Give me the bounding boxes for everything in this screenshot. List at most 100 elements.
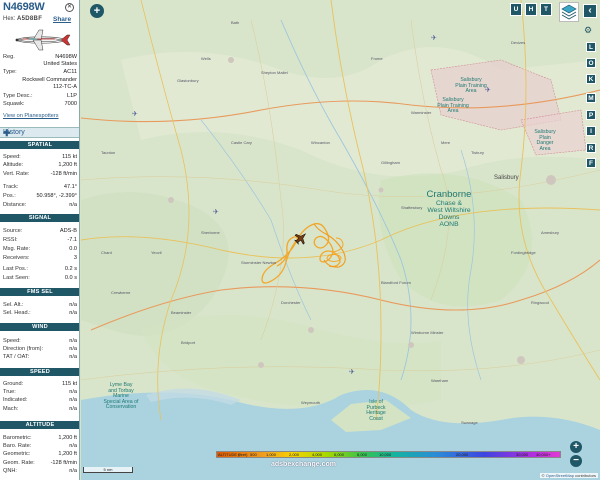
close-icon[interactable]: ✕ xyxy=(65,3,74,12)
altitude-value: n/a xyxy=(69,467,77,474)
signal-row: Source: ADS-B xyxy=(3,228,77,235)
osm-link[interactable]: OpenStreetMap xyxy=(546,473,574,478)
spatial-row: Distance: n/a xyxy=(3,202,77,209)
map-view[interactable]: ✈ ✈ ✈ ✈ ✈ Wells Glastonbury Shepton Mallet… xyxy=(81,0,600,480)
speed-label: Ground: xyxy=(3,381,24,387)
place-label: Bridport xyxy=(181,340,196,345)
toggle-t-button[interactable]: T xyxy=(540,3,552,16)
place-label: Wimborne Minster xyxy=(411,330,444,335)
legend-tick: 30,000 xyxy=(516,452,529,457)
place-label: Shepton Mallet xyxy=(261,70,288,75)
history-bar[interactable]: History ✚ xyxy=(0,127,79,139)
wind-value: n/a xyxy=(69,354,77,361)
place-label: Beaminster xyxy=(171,310,192,315)
aonb-small-label-2: Salisbury Plain Training Area xyxy=(433,97,473,115)
toggle-o-button[interactable]: O xyxy=(586,58,596,68)
squawk-value: 7000 xyxy=(64,101,77,107)
hex-label: Hex: xyxy=(3,16,16,22)
aonb-coast-line-5: Conservation xyxy=(105,404,137,411)
toggle-m-button[interactable]: M xyxy=(586,93,596,103)
section-altitude: ALTITUDE xyxy=(0,421,79,429)
speed-value: n/a xyxy=(69,389,77,396)
spatial-row: Track: 47.1° xyxy=(3,184,77,191)
speed-label: Indicated: xyxy=(3,397,28,404)
country-row: United States xyxy=(3,61,77,68)
place-label: Wells xyxy=(201,56,211,61)
place-label: Blandford Forum xyxy=(381,280,411,285)
city-label-salisbury: Salisbury xyxy=(494,175,519,181)
aonb-small-label-3: Salisbury Plain Danger Area xyxy=(527,129,563,152)
place-label: Crewkerne xyxy=(111,290,131,295)
spatial-row: Speed: 115 kt xyxy=(3,154,77,161)
speed-row: Mach: n/a xyxy=(3,406,77,413)
toggle-k-button[interactable]: K xyxy=(586,74,596,84)
altitude-value: n/a xyxy=(69,443,77,450)
center-map-button[interactable]: + xyxy=(90,4,104,18)
place-label: Sturminster Newton xyxy=(241,260,277,265)
spatial-label: Distance: xyxy=(3,202,27,208)
toggle-i-button[interactable]: I xyxy=(586,126,596,136)
type-value: AC11 xyxy=(63,69,77,75)
altitude-row: QNH: n/a xyxy=(3,468,77,475)
svg-text:✈: ✈ xyxy=(349,369,355,376)
aircraft-photo-icon xyxy=(15,29,71,51)
aonb-main-line-5: AONB xyxy=(439,221,459,229)
zoom-out-button[interactable]: − xyxy=(570,455,582,467)
settings-gear-icon[interactable]: ⚙ xyxy=(584,25,592,36)
aircraft-callsign: N4698W xyxy=(3,1,45,13)
watermark: adsbexchange.com xyxy=(271,461,336,468)
spatial-value: 1,200 ft xyxy=(58,162,77,168)
speed-row: Ground: 115 kt xyxy=(3,381,77,388)
legend-tick: 0 xyxy=(238,452,241,457)
place-label: Tisbury xyxy=(471,150,484,155)
planespotters-link[interactable]: View on Planespotters xyxy=(3,113,59,119)
aonb-purbeck-line-4: Coast xyxy=(369,415,383,422)
spatial-value: 47.1° xyxy=(63,184,77,190)
toggle-r-button[interactable]: R xyxy=(586,143,596,153)
spatial-value: 115 kt xyxy=(62,154,77,160)
signal-label: Last Pos.: xyxy=(3,266,28,272)
speed-value: n/a xyxy=(69,405,77,412)
signal-row: RSSI: -7.1 xyxy=(3,237,77,244)
place-label: Frome xyxy=(371,56,383,61)
legend-tick: 4,000 xyxy=(312,452,323,457)
place-label: Wincanton xyxy=(311,140,330,145)
place-label: Devizes xyxy=(511,40,526,45)
share-link[interactable]: Share xyxy=(53,16,71,23)
altitude-label: Barometric: xyxy=(3,435,32,441)
spatial-row: Vert. Rate: -128 ft/min xyxy=(3,171,77,178)
place-label: Yeovil xyxy=(151,250,162,255)
scale-bar: 5 nm xyxy=(83,467,133,473)
map-canvas: ✈ ✈ ✈ ✈ ✈ xyxy=(81,0,600,480)
map-attribution: © OpenStreetMap contributors xyxy=(539,473,598,478)
type-desc-label: Type Desc.: xyxy=(3,93,33,99)
expand-icon[interactable]: ✚ xyxy=(3,128,75,139)
zoom-in-button[interactable]: + xyxy=(570,441,582,453)
toggle-h-button[interactable]: H xyxy=(525,3,537,16)
signal-label: Receivers: xyxy=(3,255,30,261)
altitude-label: Geometric: xyxy=(3,451,31,458)
app-root: N4698W ✕ Hex: A5D8BF Share Reg. N4698W Un… xyxy=(0,0,600,480)
toggle-p-button[interactable]: P xyxy=(586,110,596,120)
toggle-u-button[interactable]: U xyxy=(510,3,522,16)
speed-value: n/a xyxy=(69,397,77,404)
section-spatial: SPATIAL xyxy=(0,141,79,149)
section-speed: SPEED xyxy=(0,368,79,376)
fms-label: Sel. Head.: xyxy=(3,310,31,317)
toggle-l-button[interactable]: L xyxy=(586,42,596,52)
aonb-main-line-3: West Wiltshire xyxy=(427,206,471,214)
signal-row: Last Pos.: 0.2 s xyxy=(3,266,77,273)
layers-button[interactable] xyxy=(559,2,579,22)
toggle-f-button[interactable]: F xyxy=(586,158,596,168)
svg-text:✈: ✈ xyxy=(132,111,138,118)
model-row-2: 112-TC-A xyxy=(3,84,77,91)
type-label: Type: xyxy=(3,69,17,75)
aonb-main-line-1: Cranborne xyxy=(426,189,472,200)
wind-value: n/a xyxy=(69,346,77,353)
legend-tick: 1,000 xyxy=(266,452,277,457)
collapse-panel-button[interactable]: ‹ xyxy=(583,4,597,18)
squawk-row: Squawk: 7000 xyxy=(3,101,77,108)
place-label: Swanage xyxy=(461,420,478,425)
spatial-value: n/a xyxy=(69,202,77,208)
place-label: Chard xyxy=(101,250,112,255)
